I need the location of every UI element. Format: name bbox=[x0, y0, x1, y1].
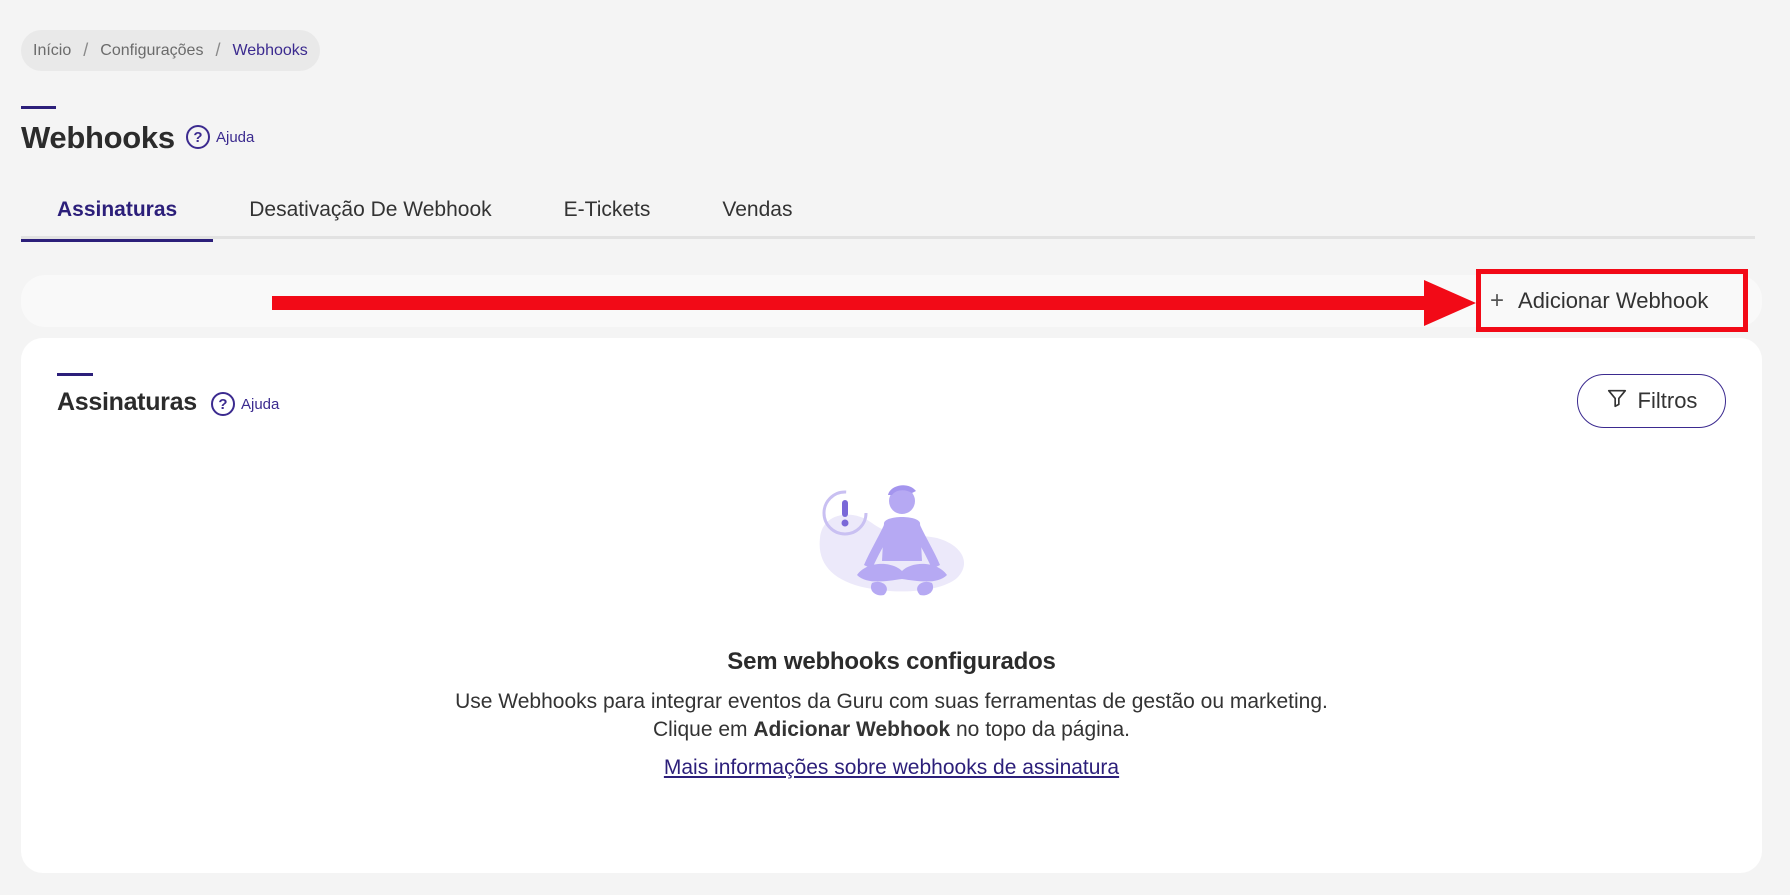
tab-bar: Assinaturas Desativação De Webhook E-Tic… bbox=[21, 180, 1755, 242]
annotation-arrow-shaft bbox=[272, 296, 1432, 310]
page-title: Webhooks bbox=[21, 120, 175, 155]
help-label: Ajuda bbox=[241, 395, 280, 413]
breadcrumb-separator: / bbox=[215, 40, 221, 60]
tab-label: Desativação De Webhook bbox=[249, 197, 492, 221]
page-help-link[interactable]: ? Ajuda bbox=[186, 125, 254, 149]
tab-label: Assinaturas bbox=[57, 197, 178, 221]
empty-state-description: Use Webhooks para integrar eventos da Gu… bbox=[455, 688, 1328, 744]
tab-assinaturas[interactable]: Assinaturas bbox=[21, 180, 214, 242]
help-label: Ajuda bbox=[216, 128, 255, 146]
card-title-accent-bar bbox=[57, 373, 93, 376]
tab-e-tickets[interactable]: E-Tickets bbox=[528, 180, 687, 239]
empty-state: Sem webhooks configurados Use Webhooks p… bbox=[21, 483, 1762, 780]
filters-button[interactable]: Filtros bbox=[1577, 374, 1726, 428]
plus-icon: + bbox=[1490, 287, 1505, 314]
card-title: Assinaturas bbox=[57, 388, 197, 416]
empty-state-line-2-prefix: Clique em bbox=[652, 718, 754, 741]
filter-icon bbox=[1606, 387, 1628, 415]
title-accent-bar bbox=[21, 106, 56, 109]
subscriptions-card: Assinaturas ? Ajuda Filtros Sem webhooks… bbox=[21, 338, 1762, 873]
breadcrumb: Início / Configurações / Webhooks bbox=[21, 30, 320, 71]
question-circle-icon: ? bbox=[211, 392, 235, 416]
add-webhook-button[interactable]: + Adicionar Webhook bbox=[1484, 277, 1742, 325]
tab-label: E-Tickets bbox=[563, 197, 651, 221]
meditating-person-alert-illustration bbox=[819, 485, 964, 596]
annotation-arrow-head bbox=[1424, 280, 1476, 326]
empty-state-line-1: Use Webhooks para integrar eventos da Gu… bbox=[455, 690, 1328, 713]
breadcrumb-item-configuracoes[interactable]: Configurações bbox=[100, 42, 203, 60]
breadcrumb-item-inicio[interactable]: Início bbox=[33, 42, 71, 60]
question-circle-icon: ? bbox=[186, 125, 210, 149]
breadcrumb-separator: / bbox=[83, 40, 89, 60]
more-info-link[interactable]: Mais informações sobre webhooks de assin… bbox=[664, 756, 1119, 780]
empty-state-line-2-suffix: no topo da página. bbox=[950, 718, 1130, 741]
filters-label: Filtros bbox=[1637, 388, 1698, 413]
card-help-link[interactable]: ? Ajuda bbox=[211, 392, 279, 416]
breadcrumb-item-webhooks: Webhooks bbox=[232, 41, 308, 59]
empty-state-line-2: Clique em Adicionar Webhook no topo da p… bbox=[455, 716, 1328, 744]
tab-desativacao-de-webhook[interactable]: Desativação De Webhook bbox=[213, 180, 527, 239]
tab-vendas[interactable]: Vendas bbox=[686, 180, 828, 239]
tab-label: Vendas bbox=[722, 197, 793, 221]
empty-state-line-2-bold: Adicionar Webhook bbox=[753, 718, 951, 741]
add-webhook-label: Adicionar Webhook bbox=[1518, 288, 1709, 313]
empty-state-title: Sem webhooks configurados bbox=[727, 648, 1056, 675]
